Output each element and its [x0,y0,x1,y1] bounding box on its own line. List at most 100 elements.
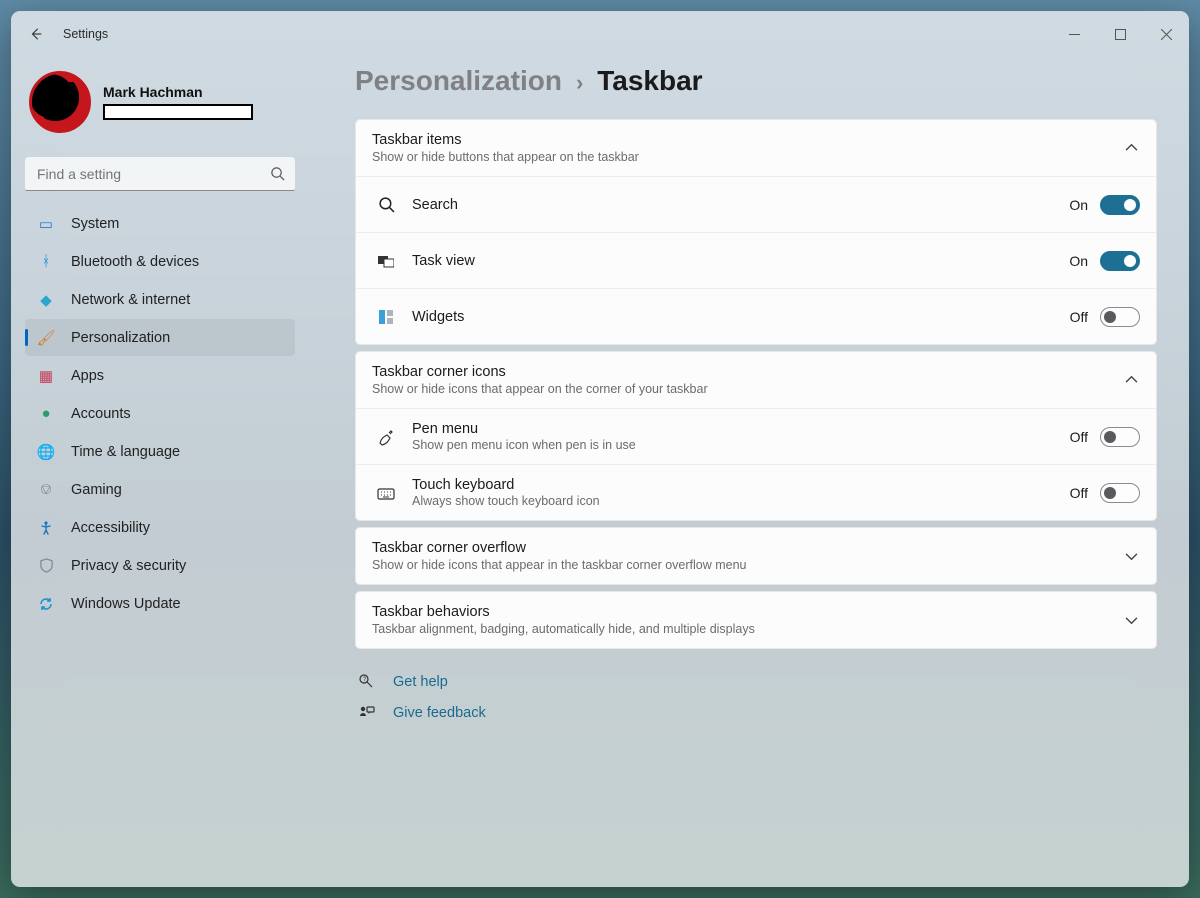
accessibility-icon [37,520,55,536]
section-header-corner[interactable]: Taskbar corner icons Show or hide icons … [356,352,1156,408]
section-header-behaviors[interactable]: Taskbar behaviors Taskbar alignment, bad… [356,592,1156,648]
minimize-icon [1069,29,1080,40]
nav-label: Bluetooth & devices [71,254,199,270]
section-taskbar-items: Taskbar items Show or hide buttons that … [355,119,1157,345]
gamepad-icon: ⎊ [37,481,55,498]
pen-icon [376,428,396,446]
link-label: Give feedback [393,705,486,721]
nav-label: Network & internet [71,292,190,308]
nav-label: Privacy & security [71,558,186,574]
feedback-link[interactable]: Give feedback [357,704,1157,721]
nav-accounts[interactable]: ● Accounts [25,395,295,432]
row-label: Touch keyboard [412,477,600,493]
nav-time[interactable]: 🌐Time & language [25,433,295,470]
section-overflow: Taskbar corner overflow Show or hide ico… [355,527,1157,585]
window-controls [1051,18,1189,50]
section-title: Taskbar behaviors [372,604,1106,620]
maximize-icon [1115,29,1126,40]
section-title: Taskbar corner overflow [372,540,1106,556]
section-title: Taskbar corner icons [372,364,1106,380]
nav-bluetooth[interactable]: ᚼ Bluetooth & devices [25,243,295,280]
row-label: Pen menu [412,421,636,437]
section-behaviors: Taskbar behaviors Taskbar alignment, bad… [355,591,1157,649]
nav-label: Apps [71,368,104,384]
nav-network[interactable]: ◆ Network & internet [25,281,295,318]
chevron-up-icon [1125,142,1138,155]
nav-accessibility[interactable]: Accessibility [25,509,295,546]
titlebar: Settings [11,11,1189,57]
chevron-down-icon [1125,550,1138,563]
toggle-state: On [1069,197,1088,213]
row-label: Task view [412,253,475,269]
toggle-state: Off [1070,309,1088,325]
globe-icon: 🌐 [37,443,55,461]
toggle-pen[interactable] [1100,427,1140,447]
person-icon: ● [37,405,55,422]
update-icon [37,596,55,612]
search-icon [270,166,285,181]
row-touchkb: Touch keyboard Always show touch keyboar… [356,464,1156,520]
section-header-items[interactable]: Taskbar items Show or hide buttons that … [356,120,1156,176]
chevron-right-icon: › [576,70,583,96]
window-title: Settings [63,27,108,41]
section-desc: Show or hide icons that appear in the ta… [372,558,1106,572]
section-title: Taskbar items [372,132,1106,148]
wifi-icon: ◆ [37,291,55,309]
row-desc: Show pen menu icon when pen is in use [412,438,636,452]
nav-label: Accounts [71,406,131,422]
avatar [29,71,91,133]
apps-icon: ▦ [37,367,55,385]
profile-block[interactable]: Mark Hachman [25,71,295,133]
chevron-up-icon [1125,374,1138,387]
back-button[interactable] [21,19,51,49]
settings-window: Settings Mark Hachman [11,11,1189,887]
feedback-icon [357,704,375,721]
toggle-state: Off [1070,429,1088,445]
section-corner-icons: Taskbar corner icons Show or hide icons … [355,351,1157,521]
toggle-widgets[interactable] [1100,307,1140,327]
section-desc: Show or hide buttons that appear on the … [372,150,1106,164]
nav-update[interactable]: Windows Update [25,585,295,622]
chevron-down-icon [1125,614,1138,627]
search-wrap [25,157,295,191]
nav-apps[interactable]: ▦ Apps [25,357,295,394]
toggle-search[interactable] [1100,195,1140,215]
profile-email-redacted [103,104,253,120]
nav-label: Gaming [71,482,122,498]
nav-label: System [71,216,119,232]
bluetooth-icon: ᚼ [37,253,55,270]
nav-list: ▭ System ᚼ Bluetooth & devices ◆ Network & … [25,205,295,622]
nav-label: Accessibility [71,520,150,536]
nav-privacy[interactable]: Privacy & security [25,547,295,584]
search-input[interactable] [25,157,295,191]
profile-name: Mark Hachman [103,84,253,100]
toggle-state: On [1069,253,1088,269]
section-header-overflow[interactable]: Taskbar corner overflow Show or hide ico… [356,528,1156,584]
display-icon: ▭ [37,215,55,233]
row-label: Search [412,197,458,213]
nav-gaming[interactable]: ⎊ Gaming [25,471,295,508]
link-label: Get help [393,674,448,690]
nav-personalization[interactable]: 🖌 Personalization [25,319,295,356]
close-icon [1161,29,1172,40]
minimize-button[interactable] [1051,18,1097,50]
content-area: Personalization › Taskbar Taskbar items … [311,57,1189,887]
toggle-touchkb[interactable] [1100,483,1140,503]
toggle-taskview[interactable] [1100,251,1140,271]
row-label: Widgets [412,309,464,325]
toggle-state: Off [1070,485,1088,501]
row-desc: Always show touch keyboard icon [412,494,600,508]
get-help-link[interactable]: ? Get help [357,673,1157,690]
breadcrumb-parent[interactable]: Personalization [355,65,562,97]
nav-label: Personalization [71,330,170,346]
help-icon: ? [357,673,375,690]
maximize-button[interactable] [1097,18,1143,50]
brush-icon: 🖌 [37,329,55,347]
close-button[interactable] [1143,18,1189,50]
section-desc: Show or hide icons that appear on the co… [372,382,1106,396]
widgets-icon [376,309,396,325]
sidebar: Mark Hachman ▭ System ᚼ Bluetooth & device… [11,57,311,887]
search-icon [376,196,396,213]
row-taskview: Task view On [356,232,1156,288]
nav-system[interactable]: ▭ System [25,205,295,242]
